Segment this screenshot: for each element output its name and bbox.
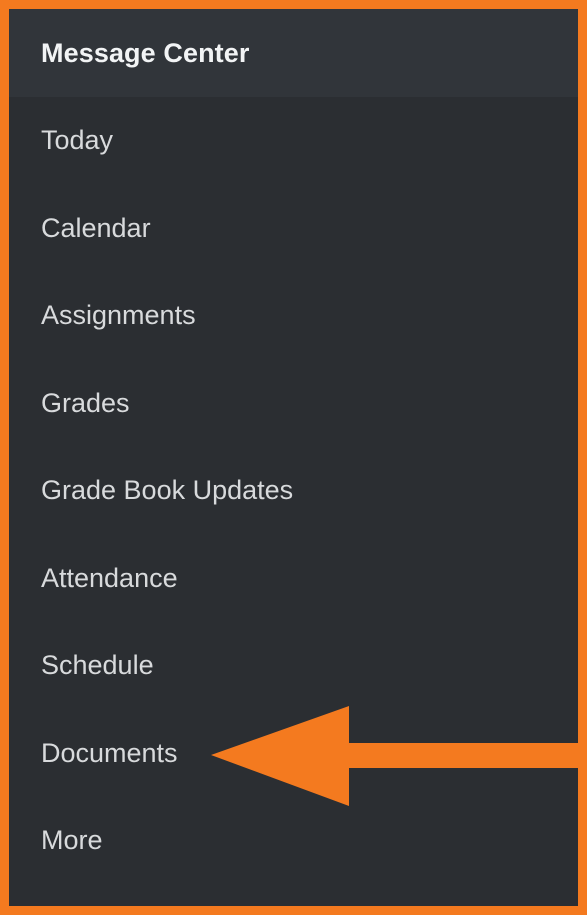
menu-item-message-center[interactable]: Message Center xyxy=(9,9,578,97)
menu-item-documents[interactable]: Documents xyxy=(9,710,578,798)
menu-item-label: Grade Book Updates xyxy=(41,475,294,506)
menu-item-label: Documents xyxy=(41,737,178,768)
menu-list: Today Calendar Assignments Grades Grade … xyxy=(9,97,578,885)
menu-item-grades[interactable]: Grades xyxy=(9,360,578,448)
menu-header-label: Message Center xyxy=(41,37,250,68)
side-navigation-menu: Message Center Today Calendar Assignment… xyxy=(9,9,578,906)
menu-item-label: Today xyxy=(41,125,114,156)
menu-item-schedule[interactable]: Schedule xyxy=(9,622,578,710)
menu-item-today[interactable]: Today xyxy=(9,97,578,185)
menu-item-label: Schedule xyxy=(41,650,154,681)
menu-item-label: Grades xyxy=(41,387,130,418)
menu-item-label: More xyxy=(41,825,103,856)
menu-item-calendar[interactable]: Calendar xyxy=(9,185,578,273)
menu-item-label: Assignments xyxy=(41,300,196,331)
menu-item-attendance[interactable]: Attendance xyxy=(9,535,578,623)
menu-item-label: Attendance xyxy=(41,562,178,593)
menu-item-assignments[interactable]: Assignments xyxy=(9,272,578,360)
menu-item-label: Calendar xyxy=(41,212,151,243)
menu-item-more[interactable]: More xyxy=(9,797,578,885)
menu-item-grade-book-updates[interactable]: Grade Book Updates xyxy=(9,447,578,535)
screenshot-frame: Message Center Today Calendar Assignment… xyxy=(0,0,587,915)
